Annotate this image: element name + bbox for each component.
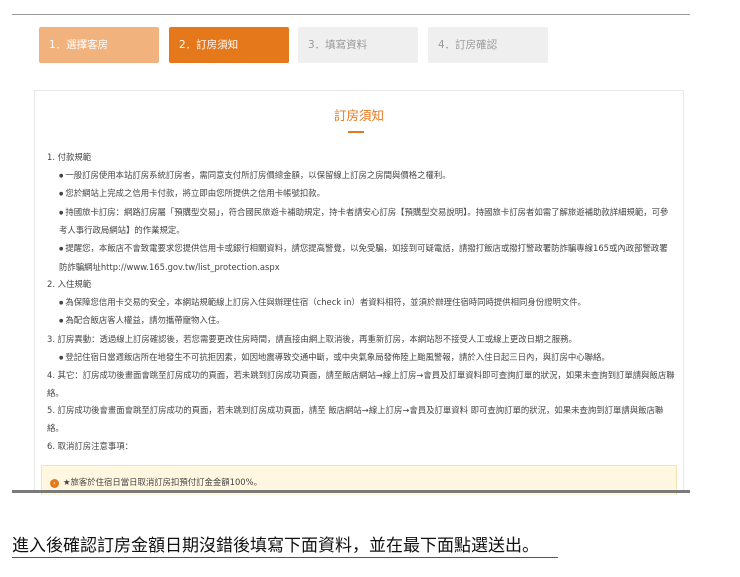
checkin-rule: 為配合飯店客人權益，請勿攜帶寵物入住。 xyxy=(47,312,675,331)
booking-steps: 1．選擇客房 2．訂房須知 3．填寫資料 4．訂房確認 xyxy=(39,27,559,63)
section-heading-payment: 1. 付款規範 xyxy=(47,152,92,162)
section-success: 5. 訂房成功後會畫面會跳至訂房成功的頁面，若未跳到訂房成功頁面，請至 飯店網站… xyxy=(47,405,664,433)
bottom-divider xyxy=(12,490,690,493)
payment-rule: 持國旅卡訂房：網路訂房屬「預購型交易」，符合國民旅遊卡補助規定，持卡者請安心訂房… xyxy=(47,204,675,240)
booking-notice-card: 訂房須知 1. 付款規範 一般訂房使用本站訂房系統訂房者，需同意支付所訂房價總金… xyxy=(34,90,684,495)
top-divider xyxy=(12,14,690,15)
payment-rule: 一般訂房使用本站訂房系統訂房者，需同意支付所訂房價總金額，以保留線上訂房之房間與… xyxy=(47,167,675,186)
step-booking-notice[interactable]: 2．訂房須知 xyxy=(169,27,289,63)
step-fill-info[interactable]: 3．填寫資料 xyxy=(298,27,418,63)
section-cancel: 6. 取消訂房注意事項： xyxy=(47,440,134,451)
changes-rule: 登記住宿日當週飯店所在地發生不可抗拒因素，如因地震導致交通中斷，或中央氣象局發佈… xyxy=(47,349,675,368)
step-select-room[interactable]: 1．選擇客房 xyxy=(39,27,159,63)
caption-underline xyxy=(12,557,558,558)
title-underline xyxy=(348,131,364,133)
notice-content: 1. 付款規範 一般訂房使用本站訂房系統訂房者，需同意支付所訂房價總金額，以保留… xyxy=(47,149,675,455)
card-title: 訂房須知 xyxy=(333,108,384,123)
chevron-right-icon: › xyxy=(50,479,59,488)
step-confirm[interactable]: 4．訂房確認 xyxy=(428,27,548,63)
section-heading-checkin: 2. 入住規範 xyxy=(47,279,92,290)
cancel-notice-text: ★旅客於住宿日當日取消訂房扣預付訂金金額100%。 xyxy=(63,477,262,487)
checkin-rule: 為保障您信用卡交易的安全，本網站規範線上訂房入住與辦理住宿（check in）者… xyxy=(47,294,675,313)
section-changes: 3. 訂房異動：透過線上訂房確認後，若您需要更改住房時間，請直接由網上取消後，再… xyxy=(47,333,577,344)
section-other: 4. 其它：訂房成功後畫面會跳至訂房成功的頁面，若未跳到訂房成功頁面，請至飯店網… xyxy=(47,370,675,398)
payment-rule: 您於網站上完成之信用卡付款，將立即由您所提供之信用卡帳號扣款。 xyxy=(47,185,675,204)
caption-text: 進入後確認訂房金額日期沒錯後填寫下面資料，並在最下面點選送出。 xyxy=(12,536,539,556)
payment-rule: 提醒您，本飯店不會致電要求您提供信用卡或銀行相關資料，請您提高警覺，以免受騙，如… xyxy=(47,240,675,276)
